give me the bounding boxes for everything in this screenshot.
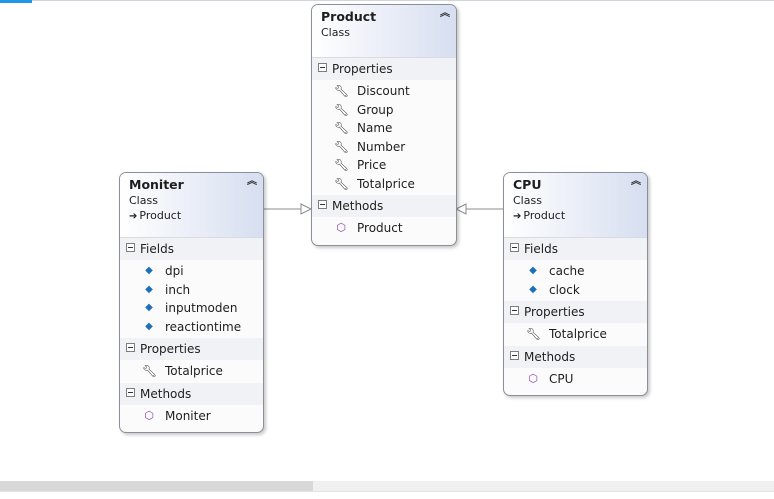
section-title: Properties [524, 305, 585, 319]
section-header-fields[interactable]: Fields [504, 238, 647, 260]
member-label: Moniter [165, 408, 211, 423]
class-kind: Class [513, 194, 542, 207]
field-icon: ◆ [529, 283, 537, 295]
property-item[interactable]: 🔧︎ Totalprice [504, 325, 647, 344]
method-icon: ⬡ [528, 371, 538, 385]
base-class-label: ➔ Product [513, 208, 639, 224]
collapse-toggle-icon[interactable] [510, 243, 519, 252]
class-box-moniter[interactable]: Moniter Class ➔ Product ︽ Fields ◆ dpi ◆ in… [119, 172, 264, 433]
member-label: dpi [165, 264, 184, 278]
section-title: Properties [140, 342, 201, 356]
base-class-name: Product [523, 209, 566, 222]
section-header-fields[interactable]: Fields [120, 238, 263, 260]
class-name: CPU [513, 177, 542, 192]
member-label: Price [357, 158, 387, 172]
member-label: CPU [549, 371, 574, 386]
wrench-icon: 🔧︎ [334, 176, 350, 191]
wrench-icon: 🔧︎ [334, 121, 350, 135]
member-label: Totalprice [357, 176, 415, 191]
property-item[interactable]: 🔧︎ Group [312, 101, 456, 120]
member-label: Totalprice [549, 327, 607, 341]
field-icon: ◆ [145, 302, 153, 313]
arrowhead-cpu-product [454, 203, 467, 215]
member-label: inputmoden [165, 301, 238, 315]
wrench-icon: 🔧︎ [334, 102, 350, 117]
class-header[interactable]: Product Class ︽ [312, 5, 456, 58]
field-item[interactable]: ◆ dpi [120, 262, 263, 281]
member-label: inch [165, 282, 191, 297]
method-icon: ⬡ [336, 221, 346, 234]
section-title: Methods [524, 349, 576, 364]
class-name: Moniter [129, 177, 184, 192]
class-header[interactable]: Moniter Class ➔ Product ︽ [120, 173, 263, 238]
section-title: Fields [524, 242, 558, 256]
method-item[interactable]: ⬡ CPU [504, 370, 647, 389]
member-label: Product [357, 221, 403, 235]
arrow-right-icon: ➔ [129, 211, 138, 222]
section-header-methods[interactable]: Methods [312, 195, 456, 217]
class-name: Product [321, 9, 377, 24]
property-item[interactable]: 🔧︎ Discount [312, 82, 456, 101]
property-item[interactable]: 🔧︎ Price [312, 156, 456, 175]
class-box-cpu[interactable]: CPU Class ➔ Product ︽ Fields ◆ cache ◆ cloc… [503, 172, 648, 396]
collapse-toggle-icon[interactable] [510, 306, 519, 315]
collapse-toggle-icon[interactable] [126, 387, 135, 397]
field-icon: ◆ [145, 283, 153, 295]
collapse-toggle-icon[interactable] [510, 350, 519, 360]
section-title: Methods [140, 386, 192, 401]
wrench-icon: 🔧︎ [334, 158, 350, 172]
base-class-name: Product [139, 209, 182, 222]
member-label: Discount [357, 84, 410, 98]
section-title: Properties [332, 62, 393, 76]
member-label: clock [549, 282, 580, 297]
property-item[interactable]: 🔧︎ Totalprice [312, 175, 456, 194]
class-header[interactable]: CPU Class ➔ Product ︽ [504, 173, 647, 238]
double-chevron-up-icon[interactable]: ︽ [631, 177, 641, 187]
arrowhead-moniter-product [300, 203, 313, 215]
horizontal-scrollbar-thumb[interactable] [0, 481, 313, 491]
class-kind: Class [321, 26, 350, 39]
field-item[interactable]: ◆ inputmoden [120, 299, 263, 318]
member-label: Number [357, 139, 406, 154]
section-header-properties[interactable]: Properties [120, 338, 263, 360]
member-label: Name [357, 121, 393, 135]
field-icon: ◆ [529, 265, 537, 276]
property-item[interactable]: 🔧︎ Number [312, 138, 456, 157]
section-header-properties[interactable]: Properties [504, 301, 647, 323]
class-kind: Class [129, 194, 158, 207]
base-class-label: ➔ Product [129, 208, 255, 224]
double-chevron-up-icon[interactable]: ︽ [247, 177, 257, 187]
field-item[interactable]: ◆ reactiontime [120, 318, 263, 337]
section-header-properties[interactable]: Properties [312, 58, 456, 80]
wrench-icon: 🔧︎ [142, 364, 158, 378]
wrench-icon: 🔧︎ [334, 84, 350, 98]
method-icon: ⬡ [144, 408, 154, 422]
collapse-toggle-icon[interactable] [318, 200, 327, 209]
double-chevron-up-icon[interactable]: ︽ [440, 9, 450, 19]
section-header-methods[interactable]: Methods [504, 345, 647, 368]
field-icon: ◆ [145, 320, 153, 332]
wrench-icon: 🔧︎ [526, 327, 542, 341]
member-label: cache [549, 264, 585, 278]
field-icon: ◆ [145, 265, 153, 276]
collapse-toggle-icon[interactable] [318, 63, 327, 72]
section-title: Fields [140, 242, 174, 256]
property-item[interactable]: 🔧︎ Totalprice [120, 362, 263, 381]
method-item[interactable]: ⬡ Moniter [120, 407, 263, 426]
wrench-icon: 🔧︎ [334, 139, 350, 154]
method-item[interactable]: ⬡ Product [312, 219, 456, 238]
field-item[interactable]: ◆ clock [504, 281, 647, 300]
member-label: Group [357, 102, 394, 117]
member-label: reactiontime [165, 319, 242, 334]
member-label: Totalprice [165, 364, 223, 378]
collapse-toggle-icon[interactable] [126, 243, 135, 252]
field-item[interactable]: ◆ cache [504, 262, 647, 281]
field-item[interactable]: ◆ inch [120, 281, 263, 300]
property-item[interactable]: 🔧︎ Name [312, 119, 456, 138]
section-title: Methods [332, 199, 384, 213]
section-header-methods[interactable]: Methods [120, 382, 263, 405]
arrow-right-icon: ➔ [513, 211, 522, 222]
class-box-product[interactable]: Product Class ︽ Properties 🔧︎ Discount 🔧︎… [311, 4, 457, 246]
collapse-toggle-icon[interactable] [126, 343, 135, 352]
